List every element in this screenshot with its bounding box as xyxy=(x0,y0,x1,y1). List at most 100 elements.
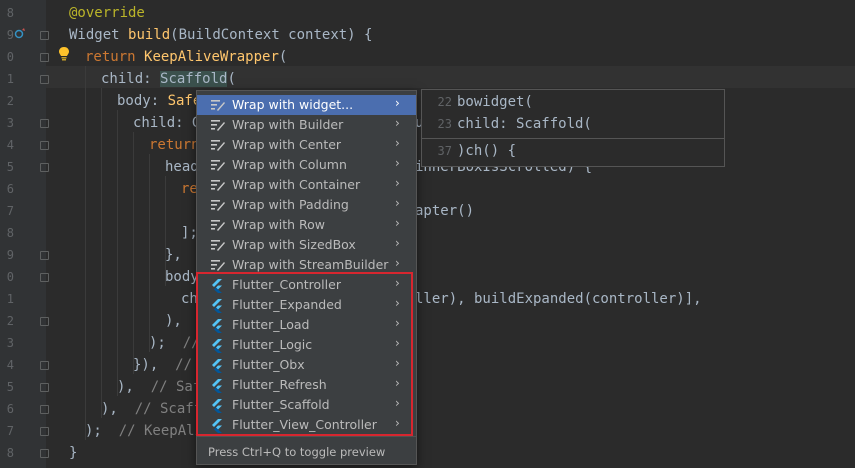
menu-item-wrap-with-container[interactable]: Wrap with Container › xyxy=(197,175,416,195)
menu-item-wrap-with-builder[interactable]: Wrap with Builder › xyxy=(197,115,416,135)
fold-marker-icon[interactable] xyxy=(40,449,49,458)
fold-marker-icon[interactable] xyxy=(40,141,49,150)
code-fragment: ller), buildExpanded(controller)], xyxy=(415,291,702,307)
code-token: (BuildContext context) { xyxy=(170,27,373,43)
code-line: } xyxy=(69,442,77,464)
menu-item-wrap-with-widget[interactable]: Wrap with widget... › xyxy=(197,95,416,115)
code-line: ), // Saf xyxy=(117,376,201,398)
code-line: @override xyxy=(69,2,145,24)
menu-item-wrap-with-row[interactable]: Wrap with Row › xyxy=(197,215,416,235)
fold-marker-icon[interactable] xyxy=(40,427,49,436)
fold-marker-icon[interactable] xyxy=(40,119,49,128)
fold-marker-icon[interactable] xyxy=(40,53,49,62)
preview-code: child: Scaffold( xyxy=(457,116,592,132)
fold-marker-icon[interactable] xyxy=(40,317,49,326)
preview-line: 37 )ch() { xyxy=(422,140,724,162)
code-line: ), xyxy=(165,310,182,332)
code-line: child: G xyxy=(133,112,200,134)
code-fragment: apter() xyxy=(415,203,475,219)
code-token: // xyxy=(175,357,193,373)
chevron-right-icon: › xyxy=(395,196,400,210)
preview-separator xyxy=(422,138,724,139)
menu-item-wrap-with-column[interactable]: Wrap with Column › xyxy=(197,155,416,175)
preview-line: 23 child: Scaffold( xyxy=(422,113,724,135)
menu-item-wrap-with-padding[interactable]: Wrap with Padding › xyxy=(197,195,416,215)
code-token: body xyxy=(165,269,199,285)
preview-code: bowidget( xyxy=(457,94,533,110)
code-editor[interactable]: @override Widget build(BuildContext conte… xyxy=(0,0,855,468)
code-token: build xyxy=(128,27,171,43)
chevron-right-icon: › xyxy=(395,236,400,250)
preview-line-number: 22 xyxy=(437,95,452,109)
code-token: ), xyxy=(117,379,151,395)
wrap-icon xyxy=(211,219,225,231)
chevron-right-icon: › xyxy=(395,96,400,110)
menu-item-label: Wrap with Column xyxy=(232,157,347,172)
code-token: Scaffold xyxy=(160,71,228,87)
fold-marker-icon[interactable] xyxy=(40,361,49,370)
code-line: }), // xyxy=(133,354,192,376)
fold-marker-icon[interactable] xyxy=(40,405,49,414)
chevron-right-icon: › xyxy=(395,136,400,150)
code-token: return xyxy=(149,137,200,153)
menu-item-label: Wrap with StreamBuilder xyxy=(232,257,389,272)
wrap-icon xyxy=(211,179,225,191)
code-token: head xyxy=(165,159,199,175)
code-token: child: xyxy=(101,71,161,87)
fold-marker-icon[interactable] xyxy=(40,251,49,260)
preview-code: )ch() { xyxy=(457,143,517,159)
fold-marker-icon[interactable] xyxy=(40,383,49,392)
code-token: // KeepAli xyxy=(118,423,204,439)
fold-marker-icon[interactable] xyxy=(40,163,49,172)
code-line: body: Safe xyxy=(117,90,201,112)
preview-line-number: 37 xyxy=(437,144,452,158)
code-token: }), xyxy=(133,357,176,373)
code-line: head xyxy=(165,156,199,178)
code-token: child: G xyxy=(133,115,201,131)
intention-preview-panel: 22 bowidget( 23 child: Scaffold( 37 )ch(… xyxy=(421,89,725,167)
code-line: return xyxy=(149,134,200,156)
code-token: Widget xyxy=(69,27,129,43)
menu-item-label: Wrap with SizedBox xyxy=(232,237,356,252)
code-token: body: xyxy=(117,93,168,109)
chevron-right-icon: › xyxy=(395,256,400,270)
popup-footer: Press Ctrl+Q to toggle preview xyxy=(197,436,416,465)
wrap-icon xyxy=(211,239,225,251)
toggle-preview-hint: Press Ctrl+Q to toggle preview xyxy=(208,445,386,459)
chevron-right-icon: › xyxy=(395,176,400,190)
preview-line: 22 bowidget( xyxy=(422,91,724,113)
code-token: // Saf xyxy=(150,379,202,395)
wrap-icon xyxy=(211,159,225,171)
code-token: }, xyxy=(165,247,182,263)
code-token: ); xyxy=(149,335,183,351)
code-token: return xyxy=(85,49,145,65)
menu-item-label: Wrap with Builder xyxy=(232,117,344,132)
code-token: // Scaff xyxy=(134,401,203,417)
menu-item-label: Wrap with Center xyxy=(232,137,342,152)
fold-marker-icon[interactable] xyxy=(40,75,49,84)
fold-marker-icon[interactable] xyxy=(40,273,49,282)
menu-item-label: Wrap with widget... xyxy=(232,97,354,112)
menu-item-label: Wrap with Padding xyxy=(232,197,349,212)
fold-marker-icon[interactable] xyxy=(40,31,49,40)
code-line: Widget build(BuildContext context) { xyxy=(69,24,372,46)
wrap-icon xyxy=(211,259,225,271)
code-token: ), xyxy=(165,313,182,329)
code-line: body xyxy=(165,266,199,288)
code-line: ), // Scaff xyxy=(101,398,202,420)
code-token: } xyxy=(69,445,78,461)
wrap-icon xyxy=(211,199,225,211)
menu-item-wrap-with-sizedbox[interactable]: Wrap with SizedBox › xyxy=(197,235,416,255)
code-line: ); // xyxy=(149,332,200,354)
menu-item-wrap-with-center[interactable]: Wrap with Center › xyxy=(197,135,416,155)
wrap-icon xyxy=(211,119,225,131)
code-token: ), xyxy=(101,401,135,417)
code-line: return KeepAliveWrapper( xyxy=(85,46,287,68)
code-token: ); xyxy=(85,423,119,439)
chevron-right-icon: › xyxy=(395,156,400,170)
code-token: @override xyxy=(69,5,145,21)
code-line: child: Scaffold( xyxy=(101,68,236,90)
wrap-icon xyxy=(211,139,225,151)
code-line: ); // KeepAli xyxy=(85,420,203,442)
highlight-annotation-box xyxy=(196,272,413,436)
